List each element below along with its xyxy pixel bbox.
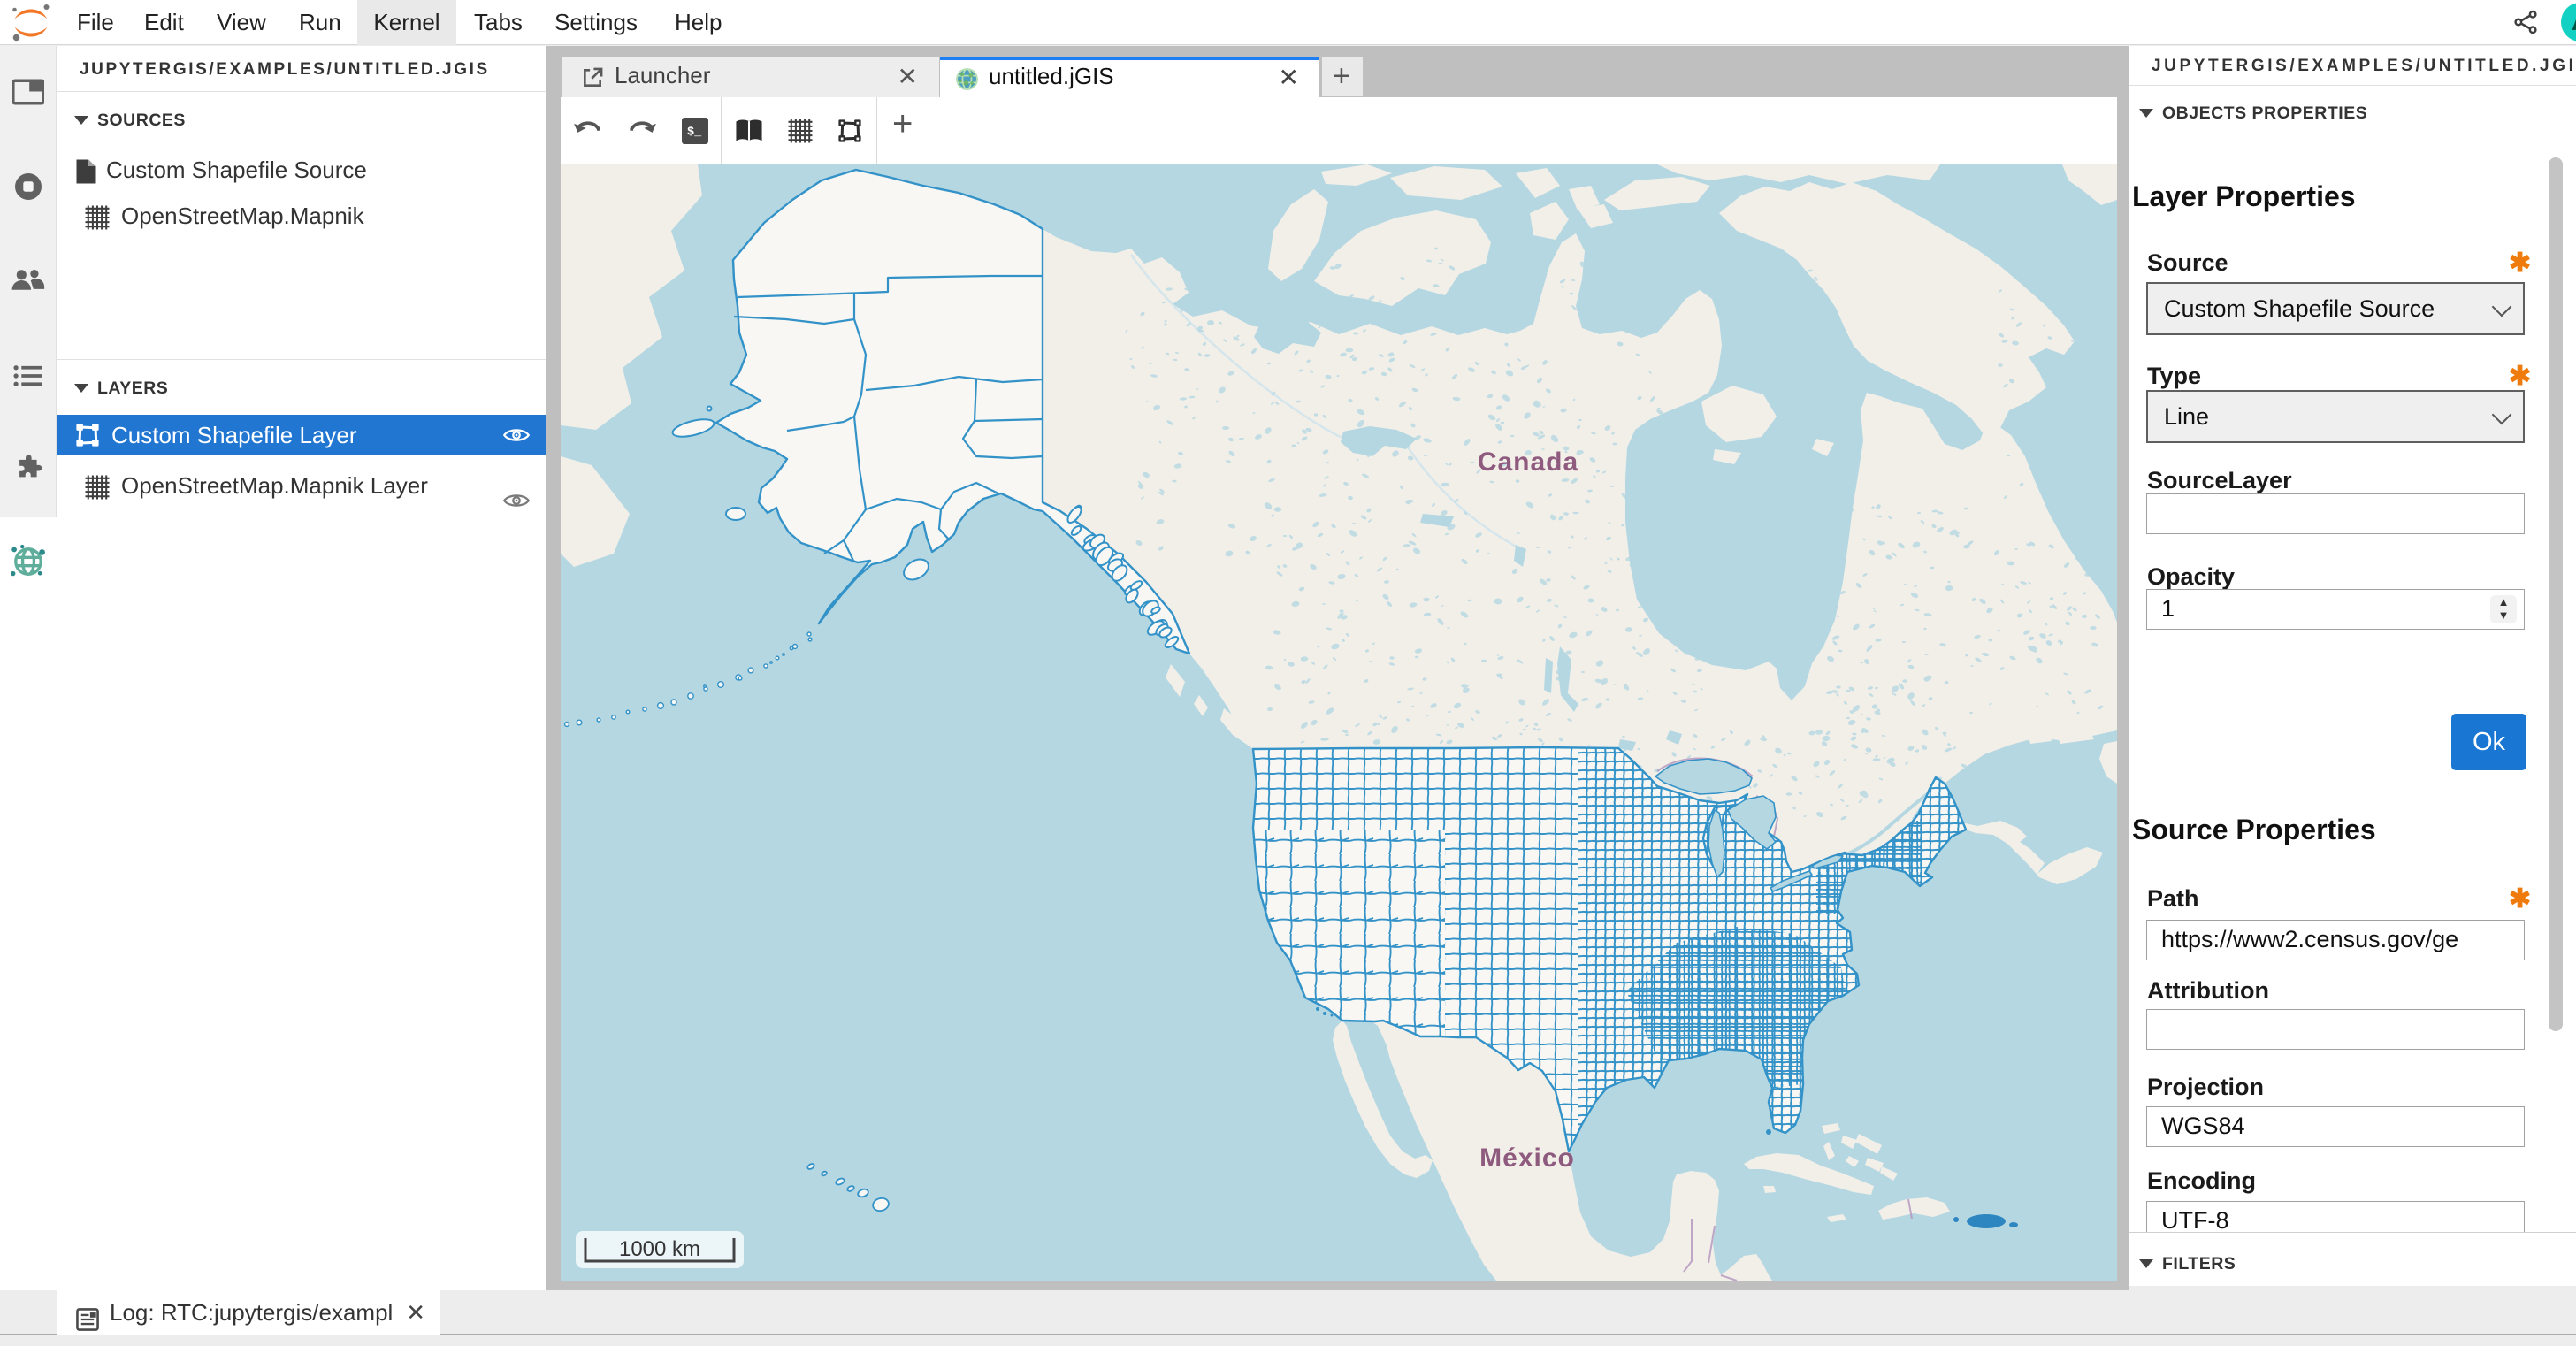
svg-text:$_: $_ bbox=[687, 126, 702, 140]
svg-text:México: México bbox=[1479, 1143, 1575, 1173]
svg-text:Canada: Canada bbox=[1478, 447, 1578, 477]
svg-text:1000 km: 1000 km bbox=[619, 1237, 700, 1261]
